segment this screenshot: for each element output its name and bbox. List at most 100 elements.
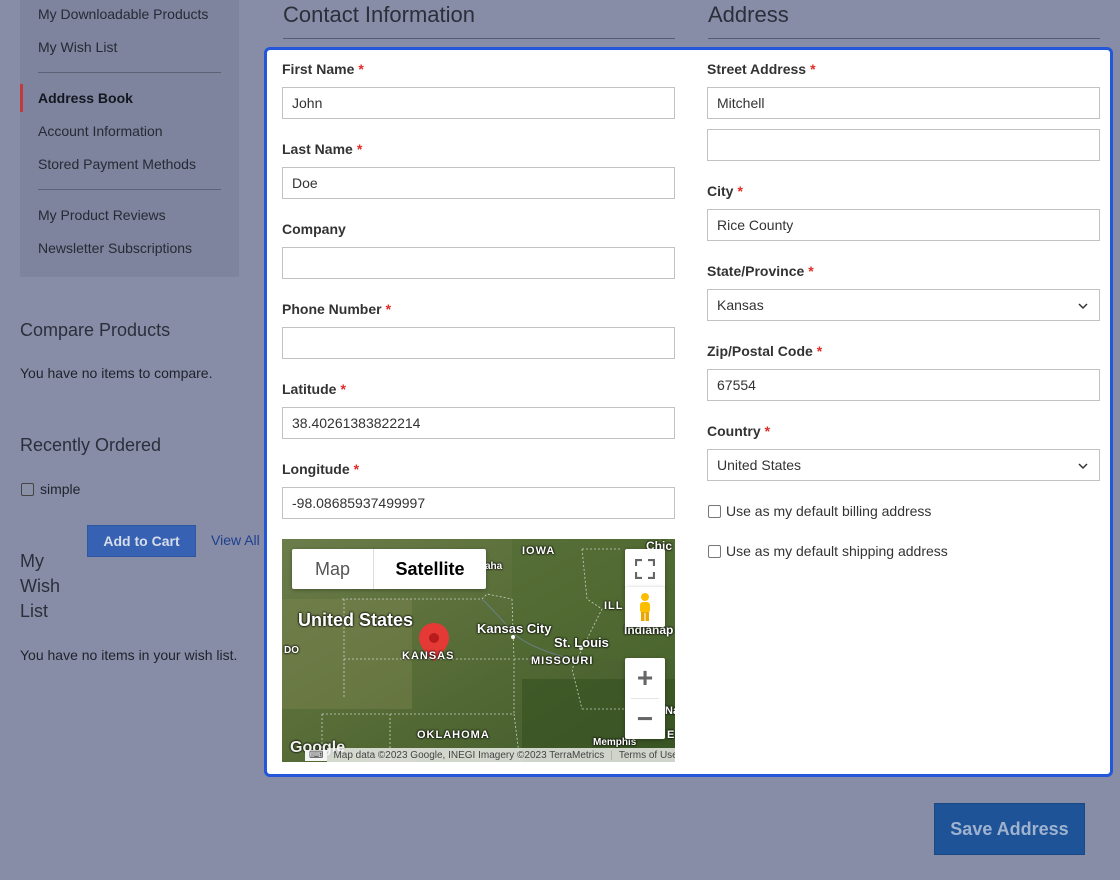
section-divider — [283, 38, 675, 39]
chevron-down-icon — [1078, 303, 1088, 310]
location-map[interactable]: United States KANSAS Kansas City St. Lou… — [282, 539, 675, 762]
company-label: Company — [282, 221, 346, 237]
wish-title-line: Wish — [20, 576, 60, 596]
city-input[interactable]: Rice County — [707, 209, 1100, 241]
required-asterisk: * — [385, 301, 392, 317]
keyboard-icon[interactable]: ⌨ — [305, 749, 328, 761]
country-select[interactable]: United States — [707, 449, 1100, 481]
label-text: Zip/Postal Code — [707, 343, 813, 359]
first-name-label: First Name * — [282, 61, 364, 77]
terms-of-use-link[interactable]: Terms of Use — [619, 750, 675, 761]
last-name-label: Last Name * — [282, 141, 362, 157]
nav-stored-payment-methods[interactable]: Stored Payment Methods — [38, 156, 196, 172]
map-label-state: IOWA — [522, 545, 556, 557]
wish-list-title: My Wish List — [20, 549, 60, 624]
account-sidebar-nav: My Downloadable Products My Wish List Ad… — [20, 0, 239, 277]
map-label-state: KANSAS — [402, 650, 455, 662]
nav-address-book[interactable]: Address Book — [38, 90, 133, 106]
save-address-button[interactable]: Save Address — [934, 803, 1085, 855]
required-asterisk: * — [340, 381, 346, 397]
nav-product-reviews[interactable]: My Product Reviews — [38, 207, 166, 223]
label-text: Longitude — [282, 461, 350, 477]
state-province-select[interactable]: Kansas — [707, 289, 1100, 321]
wish-title-line: My — [20, 551, 44, 571]
nav-divider — [38, 189, 221, 190]
latitude-label: Latitude * — [282, 381, 346, 397]
map-label-state: DO — [284, 645, 299, 656]
state-province-label: State/Province * — [707, 263, 814, 279]
default-billing-checkbox[interactable] — [708, 504, 721, 518]
label-text: Last Name — [282, 141, 353, 157]
zoom-in-button[interactable]: + — [625, 658, 665, 698]
label-text: First Name — [282, 61, 355, 77]
wish-list-empty-message: You have no items in your wish list. — [20, 647, 238, 663]
latitude-input[interactable]: 38.40261383822214 — [282, 407, 675, 439]
label-text: Phone Number — [282, 301, 382, 317]
address-form-panel: First Name * John Last Name * Doe Company … — [264, 47, 1113, 777]
required-asterisk: * — [808, 263, 814, 279]
longitude-input[interactable]: -98.08685937499997 — [282, 487, 675, 519]
nav-account-information[interactable]: Account Information — [38, 123, 163, 139]
nav-current-indicator — [20, 84, 23, 112]
street-address-line2-input[interactable] — [707, 129, 1100, 161]
label-text: City — [707, 183, 734, 199]
map-attribution-bar: ⌨ Map data ©2023 Google, INEGI Imagery ©… — [305, 748, 675, 762]
address-title: Address — [708, 2, 789, 27]
zoom-out-button[interactable]: − — [625, 699, 665, 739]
street-view-pegman-icon[interactable] — [625, 587, 665, 627]
recently-ordered-title: Recently Ordered — [20, 435, 162, 455]
label-text: Latitude — [282, 381, 337, 397]
default-billing-label: Use as my default billing address — [726, 503, 932, 519]
required-asterisk: * — [764, 423, 771, 439]
map-label-city: E — [667, 729, 675, 741]
select-value: Kansas — [717, 297, 764, 313]
required-asterisk: * — [810, 61, 816, 77]
map-label-city: St. Louis — [554, 635, 609, 650]
zip-postal-code-input[interactable]: 67554 — [707, 369, 1100, 401]
required-asterisk: * — [356, 141, 363, 157]
label-text: Street Address — [707, 61, 807, 77]
last-name-input[interactable]: Doe — [282, 167, 675, 199]
attribution-sep: | — [610, 749, 613, 761]
default-billing-option[interactable]: Use as my default billing address — [708, 503, 931, 519]
section-divider — [708, 38, 1100, 39]
nav-divider — [38, 72, 221, 73]
default-shipping-label: Use as my default shipping address — [726, 543, 948, 559]
map-label-state: MISSOURI — [531, 655, 594, 667]
map-label-country: United States — [298, 610, 414, 630]
nav-downloadable-products[interactable]: My Downloadable Products — [38, 6, 208, 22]
recent-item-name: simple — [40, 481, 81, 497]
contact-information-title: Contact Information — [283, 2, 475, 27]
label-text: Country — [707, 423, 761, 439]
label-text: Company — [282, 221, 346, 237]
street-address-label: Street Address * — [707, 61, 816, 77]
zip-postal-code-label: Zip/Postal Code * — [707, 343, 822, 359]
map-label-city: Kansas City — [477, 621, 552, 636]
view-all-link[interactable]: View All — [211, 532, 260, 548]
required-asterisk: * — [737, 183, 743, 199]
company-input[interactable] — [282, 247, 675, 279]
street-address-line1-input[interactable]: Mitchell — [707, 87, 1100, 119]
select-value: United States — [717, 457, 802, 473]
zoom-control: + − — [625, 658, 665, 739]
map-type-satellite-button[interactable]: Satellite — [374, 549, 486, 589]
phone-number-input[interactable] — [282, 327, 675, 359]
map-type-map-button[interactable]: Map — [292, 549, 374, 589]
required-asterisk: * — [353, 461, 360, 477]
longitude-label: Longitude * — [282, 461, 359, 477]
nav-newsletter-subscriptions[interactable]: Newsletter Subscriptions — [38, 240, 192, 256]
wish-title-line: List — [20, 601, 49, 621]
nav-wish-list[interactable]: My Wish List — [38, 39, 117, 55]
add-to-cart-button[interactable]: Add to Cart — [87, 525, 196, 557]
fullscreen-icon[interactable] — [625, 549, 665, 589]
map-type-control: Map Satellite — [292, 549, 486, 589]
first-name-input[interactable]: John — [282, 87, 675, 119]
country-label: Country * — [707, 423, 770, 439]
map-label-city: Na — [665, 705, 675, 717]
compare-empty-message: You have no items to compare. — [20, 365, 213, 381]
recent-item-checkbox[interactable] — [21, 483, 34, 496]
map-label-city: aha — [485, 561, 503, 572]
default-shipping-checkbox[interactable] — [708, 544, 721, 558]
default-shipping-option[interactable]: Use as my default shipping address — [708, 543, 948, 559]
map-label-state: ILL — [604, 600, 624, 612]
